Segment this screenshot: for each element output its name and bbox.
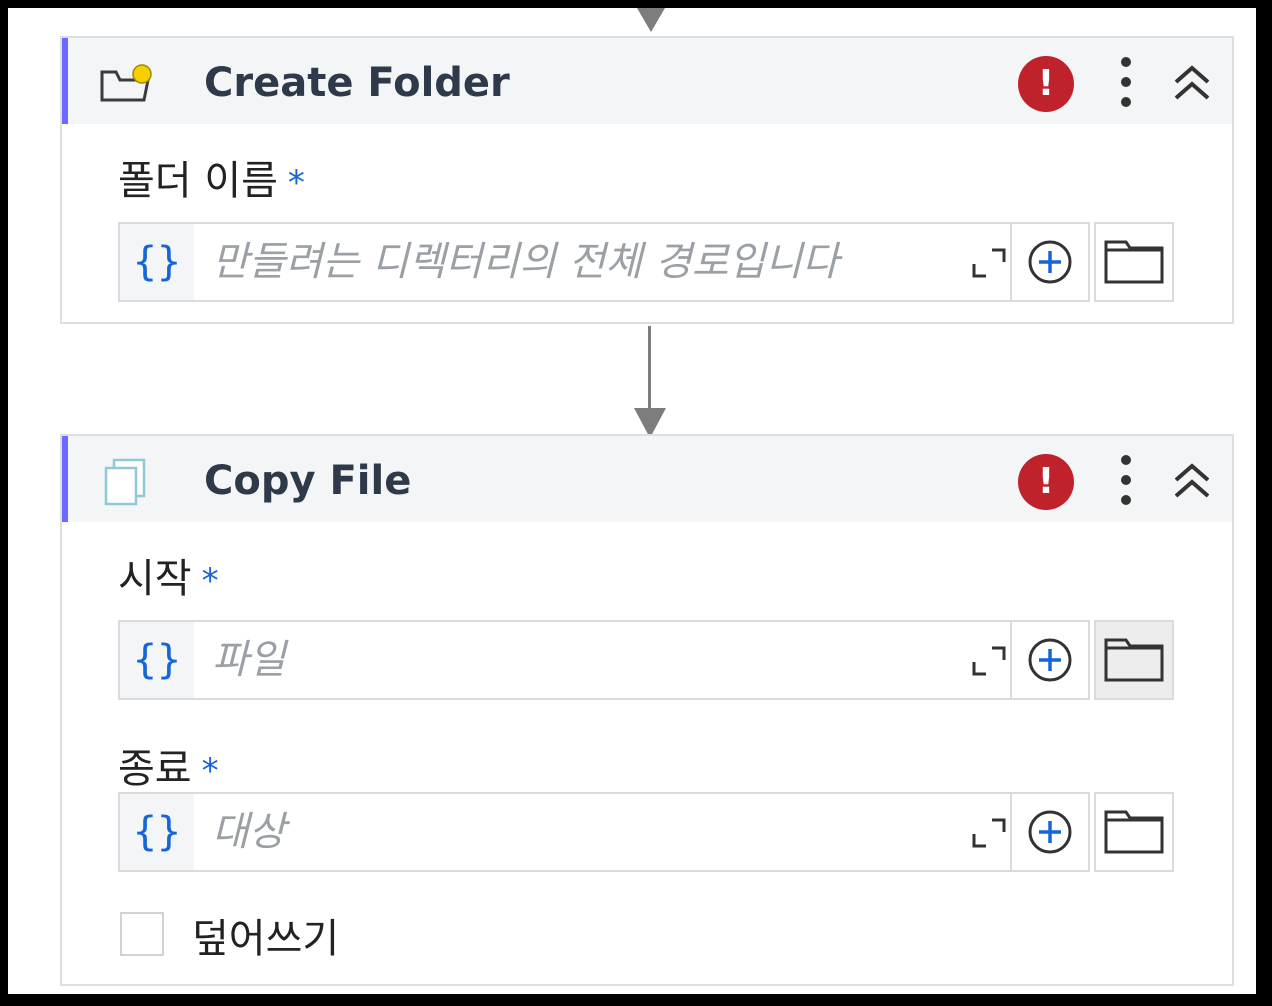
variable-picker-button[interactable]: {} <box>120 794 194 870</box>
destination-field-row: {} 대상 <box>118 792 1178 872</box>
variable-picker-button[interactable]: {} <box>120 622 194 698</box>
overwrite-label: 덮어쓰기 <box>192 916 340 962</box>
destination-input[interactable]: {} 대상 <box>118 792 1090 872</box>
chevron-double-up-icon[interactable] <box>1170 458 1214 502</box>
required-marker: * <box>201 751 219 791</box>
browse-folder-button[interactable] <box>1094 620 1174 700</box>
label-text: 종료 <box>118 746 192 792</box>
required-marker: * <box>287 163 305 203</box>
more-vertical-icon[interactable] <box>1116 452 1136 508</box>
source-input[interactable]: {} 파일 <box>118 620 1090 700</box>
folder-name-label: 폴더 이름 * <box>118 148 305 206</box>
overwrite-checkbox[interactable] <box>120 912 164 956</box>
variable-picker-button[interactable]: {} <box>120 224 194 300</box>
folder-name-input[interactable]: {} 만들려는 디렉터리의 전체 경로입니다 <box>118 222 1090 302</box>
expand-icon[interactable] <box>972 248 1006 278</box>
connector-arrow-top <box>637 8 665 32</box>
activity-title: Copy File <box>204 458 412 504</box>
folder-name-field-row: {} 만들려는 디렉터리의 전체 경로입니다 <box>118 222 1178 302</box>
error-icon[interactable]: ! <box>1018 454 1074 510</box>
folder-icon <box>1104 240 1164 284</box>
folder-icon <box>1104 638 1164 682</box>
browse-folder-button[interactable] <box>1094 792 1174 872</box>
label-text: 폴더 이름 <box>118 158 278 204</box>
browse-folder-button[interactable] <box>1094 222 1174 302</box>
folder-new-icon <box>100 64 152 102</box>
destination-label: 종료 * <box>118 736 219 794</box>
expand-icon[interactable] <box>972 818 1006 848</box>
expand-icon[interactable] <box>972 646 1006 676</box>
copy-file-icon <box>104 458 146 506</box>
folder-icon <box>1104 810 1164 854</box>
input-placeholder: 대상 <box>212 809 286 855</box>
activity-title: Create Folder <box>204 60 510 106</box>
input-placeholder: 만들려는 디렉터리의 전체 경로입니다 <box>212 239 839 285</box>
plus-circle-icon[interactable] <box>1010 794 1088 870</box>
required-marker: * <box>201 561 219 601</box>
source-field-row: {} 파일 <box>118 620 1178 700</box>
label-text: 시작 <box>118 556 192 602</box>
activity-header[interactable]: Create Folder ! <box>62 38 1232 124</box>
connector-line <box>648 326 651 416</box>
input-placeholder: 파일 <box>212 637 286 683</box>
chevron-double-up-icon[interactable] <box>1170 60 1214 104</box>
more-vertical-icon[interactable] <box>1116 54 1136 110</box>
activity-header[interactable]: Copy File ! <box>62 436 1232 522</box>
error-icon[interactable]: ! <box>1018 56 1074 112</box>
workflow-canvas: Create Folder ! 폴더 이름 * {} 만들려는 디렉터리의 전체 … <box>8 8 1256 994</box>
source-label: 시작 * <box>118 546 219 604</box>
plus-circle-icon[interactable] <box>1010 622 1088 698</box>
overwrite-option[interactable]: 덮어쓰기 <box>62 912 662 962</box>
activity-copy-file[interactable]: Copy File ! 시작 * {} 파일 종료 * {} 대상 덮어쓰기 <box>60 434 1234 986</box>
plus-circle-icon[interactable] <box>1010 224 1088 300</box>
activity-create-folder[interactable]: Create Folder ! 폴더 이름 * {} 만들려는 디렉터리의 전체 … <box>60 36 1234 324</box>
